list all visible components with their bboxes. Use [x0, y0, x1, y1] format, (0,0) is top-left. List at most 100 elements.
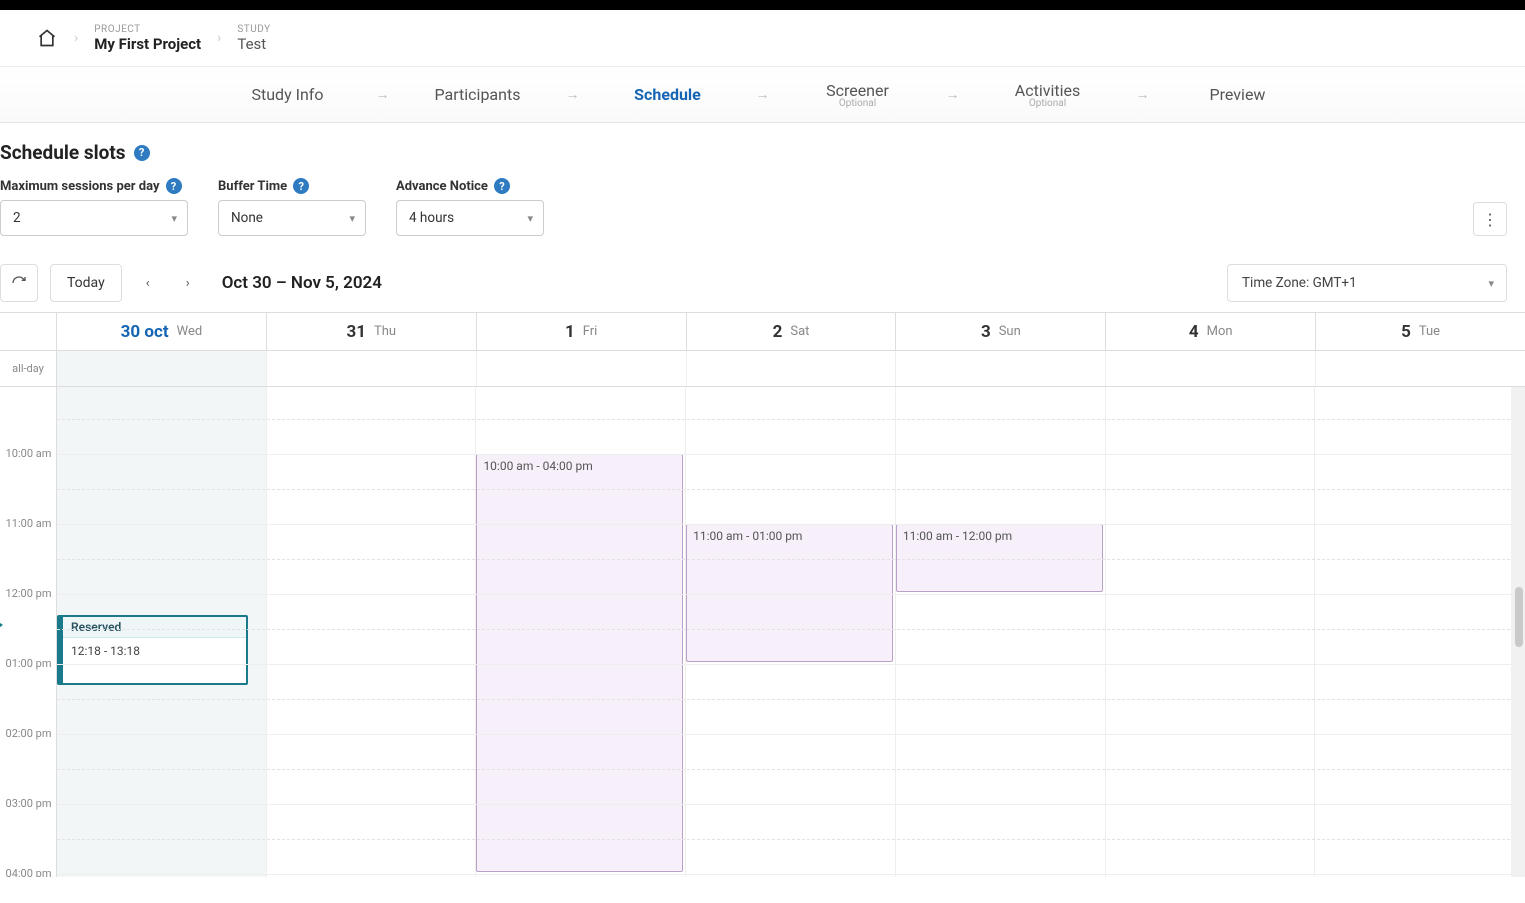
calendar-header-row: 30 octWed31Thu 1 Fri 2Sat 3 Sun 4 Mon 5Tue: [0, 313, 1525, 351]
breadcrumb-study-name: Test: [237, 35, 270, 53]
setting-max-sessions: Maximum sessions per day ? 2 ▾: [0, 178, 188, 236]
advance-value: 4 hours: [409, 210, 454, 226]
prev-week-button[interactable]: ‹: [134, 269, 162, 297]
allday-cell[interactable]: [477, 351, 687, 386]
calendar-time-gutter-head: [0, 313, 57, 350]
help-icon[interactable]: ?: [293, 178, 309, 194]
hour-label: 04:00 pm: [0, 867, 57, 878]
availability-slot[interactable]: 11:00 am - 12:00 pm: [896, 524, 1103, 592]
allday-cell[interactable]: [687, 351, 897, 386]
timezone-select[interactable]: Time Zone: GMT+1 ▾: [1227, 264, 1507, 302]
hour-gridline: [57, 734, 1525, 735]
wizard-step-subtitle: Optional: [968, 98, 1128, 109]
wizard-steps: Study Info → Participants → Schedule → Screene…: [0, 67, 1525, 123]
hour-gridline: [57, 804, 1525, 805]
hour-gridline: [57, 874, 1525, 875]
hour-gridline: [57, 594, 1525, 595]
scrollbar-thumb[interactable]: [1515, 587, 1523, 647]
allday-cell[interactable]: [267, 351, 477, 386]
day-of-week: Sat: [790, 324, 809, 339]
arrow-right-icon: →: [946, 86, 960, 103]
calendar-day-header[interactable]: 4 Mon: [1106, 313, 1316, 350]
calendar-day-header[interactable]: 31Thu: [267, 313, 477, 350]
chevron-down-icon: ▾: [1488, 277, 1494, 290]
wizard-step-study-info[interactable]: Study Info: [208, 85, 368, 104]
wizard-step-activities[interactable]: ActivitiesOptional: [968, 81, 1128, 109]
wizard-step-screener[interactable]: ScreenerOptional: [778, 81, 938, 109]
calendar: 30 octWed31Thu 1 Fri 2Sat 3 Sun 4 Mon 5Tue all-d…: [0, 312, 1525, 877]
halfhour-gridline: [57, 629, 1525, 630]
allday-label: all-day: [0, 351, 57, 386]
more-options-button[interactable]: ⋮: [1473, 202, 1507, 236]
allday-cell[interactable]: [57, 351, 267, 386]
help-icon[interactable]: ?: [166, 178, 182, 194]
hour-label: 01:00 pm: [0, 657, 57, 670]
advance-select[interactable]: 4 hours ▾: [396, 200, 544, 236]
availability-slot[interactable]: 11:00 am - 01:00 pm: [686, 524, 893, 662]
help-icon[interactable]: ?: [134, 145, 150, 161]
day-of-week: Fri: [583, 324, 598, 339]
calendar-day-header[interactable]: 2Sat: [687, 313, 897, 350]
day-number: 1: [565, 322, 575, 342]
allday-cell[interactable]: [1106, 351, 1316, 386]
calendar-day-header[interactable]: 5Tue: [1316, 313, 1525, 350]
allday-cell[interactable]: [896, 351, 1106, 386]
calendar-day-header[interactable]: 30 octWed: [57, 313, 267, 350]
day-of-week: Sun: [999, 324, 1021, 339]
hour-gridline: [57, 454, 1525, 455]
calendar-body[interactable]: 09:00 am10:00 am11:00 am12:00 pm01:00 pm…: [0, 387, 1525, 877]
day-number: 30 oct: [121, 322, 169, 342]
wizard-step-title: Participants: [398, 85, 558, 104]
wizard-step-title: Study Info: [208, 85, 368, 104]
today-button[interactable]: Today: [50, 264, 122, 302]
max-sessions-label: Maximum sessions per day: [0, 179, 160, 194]
breadcrumb-study-label: STUDY: [237, 24, 270, 35]
now-indicator: [0, 620, 3, 630]
chevron-down-icon: ▾: [349, 212, 355, 225]
hour-label: 02:00 pm: [0, 727, 57, 740]
day-of-week: Tue: [1419, 324, 1440, 339]
wizard-step-subtitle: Optional: [778, 98, 938, 109]
breadcrumb-project-label: PROJECT: [94, 24, 201, 35]
schedule-controls: Schedule slots ? Maximum sessions per da…: [0, 123, 1525, 312]
day-of-week: Mon: [1207, 324, 1233, 339]
next-week-button[interactable]: ›: [174, 269, 202, 297]
breadcrumb-project[interactable]: PROJECT My First Project: [94, 24, 201, 53]
reserved-time: 12:18 - 13:18: [63, 638, 246, 664]
arrow-right-icon: →: [566, 86, 580, 103]
day-number: 31: [346, 322, 366, 342]
hour-label: 12:00 pm: [0, 587, 57, 600]
timezone-value: Time Zone: GMT+1: [1242, 275, 1357, 291]
advance-label: Advance Notice: [396, 179, 488, 194]
max-sessions-select[interactable]: 2 ▾: [0, 200, 188, 236]
day-number: 4: [1189, 322, 1199, 342]
calendar-time-gutter: 09:00 am10:00 am11:00 am12:00 pm01:00 pm…: [0, 387, 57, 877]
halfhour-gridline: [57, 419, 1525, 420]
arrow-right-icon: →: [756, 86, 770, 103]
scrollbar-track[interactable]: [1511, 387, 1525, 877]
halfhour-gridline: [57, 839, 1525, 840]
breadcrumb-project-name: My First Project: [94, 35, 201, 53]
halfhour-gridline: [57, 559, 1525, 560]
wizard-step-participants[interactable]: Participants: [398, 85, 558, 104]
reserved-event[interactable]: Reserved12:18 - 13:18: [57, 615, 248, 685]
calendar-day-header[interactable]: 3 Sun: [896, 313, 1106, 350]
home-icon[interactable]: [36, 27, 58, 49]
allday-cell[interactable]: [1316, 351, 1525, 386]
help-icon[interactable]: ?: [494, 178, 510, 194]
availability-slot[interactable]: 10:00 am - 04:00 pm: [476, 454, 683, 872]
buffer-select[interactable]: None ▾: [218, 200, 366, 236]
max-sessions-value: 2: [13, 210, 21, 226]
refresh-button[interactable]: [0, 264, 38, 302]
wizard-step-title: Preview: [1158, 85, 1318, 104]
breadcrumb-study[interactable]: STUDY Test: [237, 24, 270, 53]
wizard-step-schedule[interactable]: Schedule: [588, 85, 748, 104]
calendar-day-header[interactable]: 1 Fri: [477, 313, 687, 350]
day-number: 3: [981, 322, 991, 342]
section-title: Schedule slots: [0, 141, 126, 164]
chevron-down-icon: ▾: [171, 212, 177, 225]
wizard-step-preview[interactable]: Preview: [1158, 85, 1318, 104]
calendar-grid[interactable]: Reserved12:18 - 13:18 10:00 am - 04:00 pm…: [57, 387, 1525, 877]
arrow-right-icon: →: [376, 86, 390, 103]
top-black-bar: [0, 0, 1525, 10]
